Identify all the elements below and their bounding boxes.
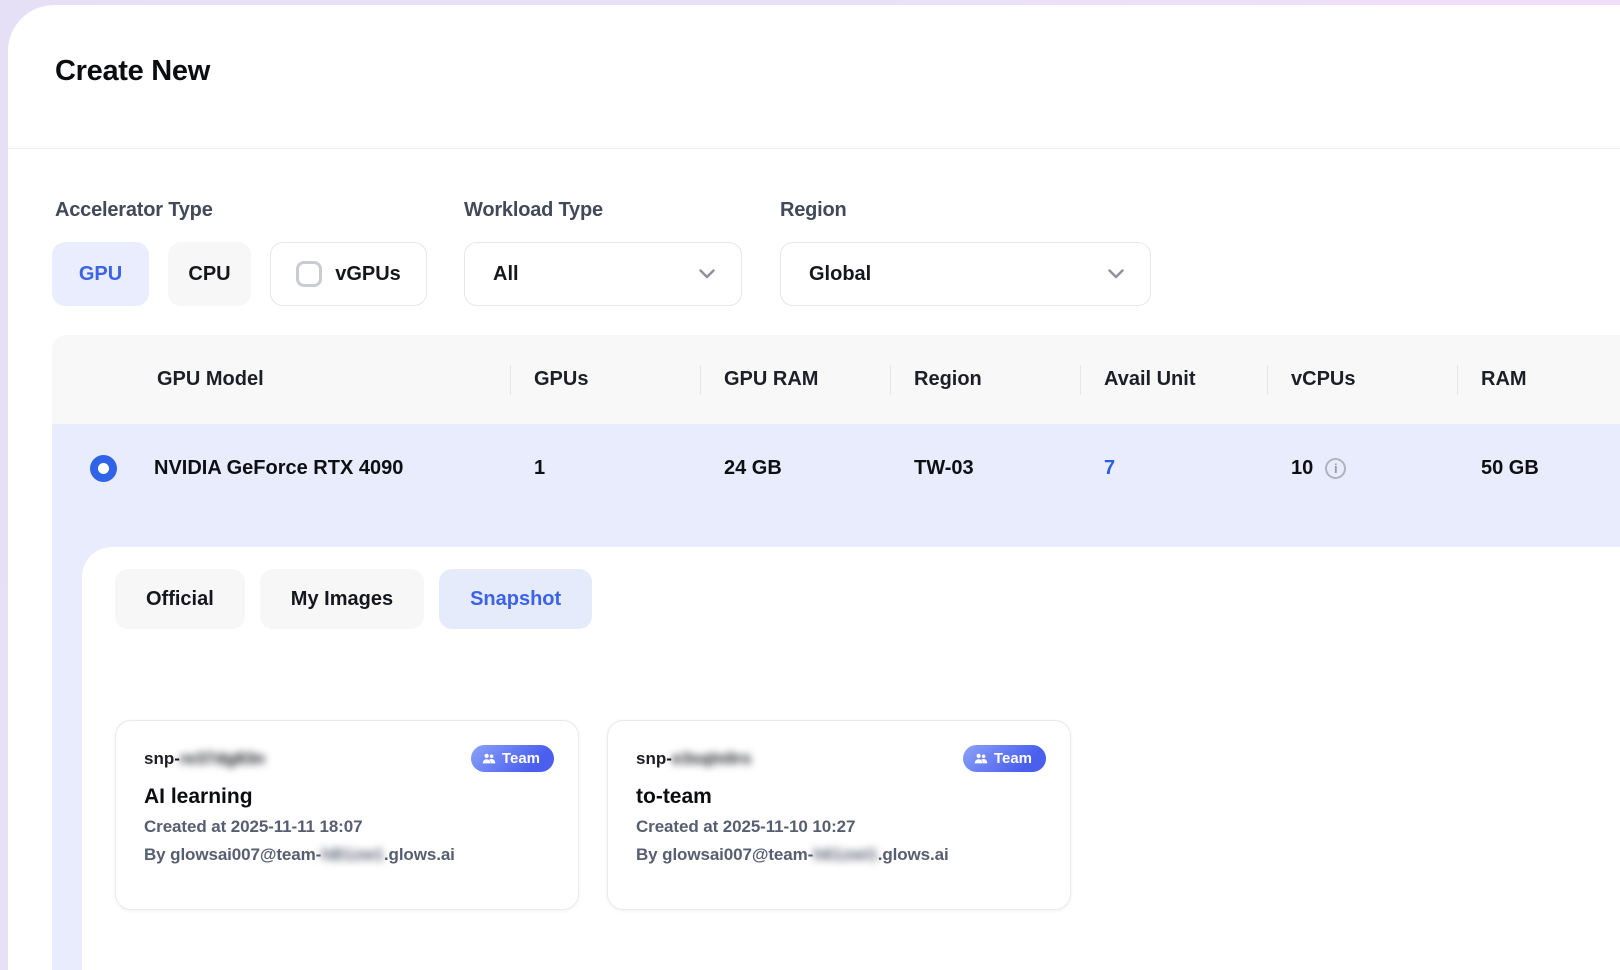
chevron-down-icon xyxy=(1108,269,1124,279)
accelerator-cpu-button[interactable]: CPU xyxy=(168,242,251,306)
page-title: Create New xyxy=(55,55,210,88)
snapshot-name: AI learning xyxy=(144,785,554,809)
vcpus-value: 10 xyxy=(1291,457,1313,480)
workload-type-select[interactable]: All xyxy=(464,242,742,306)
snapshot-created-at: Created at 2025-11-10 10:27 xyxy=(636,817,1046,837)
tab-official[interactable]: Official xyxy=(115,569,245,629)
cell-vcpus: 10 i xyxy=(1267,424,1457,512)
snapshot-created-at: Created at 2025-11-11 18:07 xyxy=(144,817,554,837)
cell-gpu-model: NVIDIA GeForce RTX 4090 xyxy=(130,424,510,512)
image-selection-panel: Official My Images Snapshot snp-re37dg83… xyxy=(82,547,1620,970)
snapshot-card-list: snp-re37dg83n Team AI learning Created a… xyxy=(115,720,1071,910)
workload-type-value: All xyxy=(493,263,519,286)
vgpus-label: vGPUs xyxy=(335,263,401,286)
snapshot-card[interactable]: snp-re37dg83n Team AI learning Created a… xyxy=(115,720,579,910)
snapshot-card[interactable]: snp-e3sqln0rs Team to-team Created at 20… xyxy=(607,720,1071,910)
header-radio-spacer xyxy=(52,335,130,424)
main-content-card: Create New Accelerator Type GPU CPU vGPU… xyxy=(8,5,1620,970)
snapshot-id: snp-e3sqln0rs xyxy=(636,749,751,769)
team-icon xyxy=(974,752,988,765)
column-gpu-model: GPU Model xyxy=(130,335,510,424)
column-ram: RAM xyxy=(1457,335,1620,424)
gpu-table-header: GPU Model GPUs GPU RAM Region Avail Unit… xyxy=(52,335,1620,424)
vgpus-checkbox[interactable] xyxy=(296,261,322,287)
snapshot-name: to-team xyxy=(636,785,1046,809)
image-tabs: Official My Images Snapshot xyxy=(115,569,592,629)
team-badge-label: Team xyxy=(502,750,540,767)
chevron-down-icon xyxy=(699,269,715,279)
row-radio-cell xyxy=(52,424,130,512)
accelerator-gpu-button[interactable]: GPU xyxy=(52,242,149,306)
team-badge-label: Team xyxy=(994,750,1032,767)
workload-type-label: Workload Type xyxy=(464,199,603,222)
info-icon[interactable]: i xyxy=(1325,458,1346,479)
region-value: Global xyxy=(809,263,871,286)
column-avail-unit: Avail Unit xyxy=(1080,335,1267,424)
accelerator-type-label: Accelerator Type xyxy=(55,199,213,222)
team-icon xyxy=(482,752,496,765)
redacted-text: e3sqln0rs xyxy=(672,749,751,769)
cell-region: TW-03 xyxy=(890,424,1080,512)
row-radio-selected[interactable] xyxy=(90,455,117,482)
header-divider xyxy=(8,148,1620,149)
cell-gpus: 1 xyxy=(510,424,700,512)
accelerator-vgpus-toggle[interactable]: vGPUs xyxy=(270,242,427,306)
snapshot-owner: By glowsai007@team-hB1zw1.glows.ai xyxy=(144,845,554,865)
selected-gpu-region: NVIDIA GeForce RTX 4090 1 24 GB TW-03 7 … xyxy=(52,424,1620,970)
snapshot-owner: By glowsai007@team-h61zwi1.glows.ai xyxy=(636,845,1046,865)
column-gpus: GPUs xyxy=(510,335,700,424)
tab-snapshot[interactable]: Snapshot xyxy=(439,569,592,629)
team-badge: Team xyxy=(963,745,1046,772)
column-region: Region xyxy=(890,335,1080,424)
region-label: Region xyxy=(780,199,847,222)
redacted-text: h61zwi1 xyxy=(813,845,878,864)
column-gpu-ram: GPU RAM xyxy=(700,335,890,424)
team-badge: Team xyxy=(471,745,554,772)
tab-my-images[interactable]: My Images xyxy=(260,569,424,629)
column-vcpus: vCPUs xyxy=(1267,335,1457,424)
snapshot-id: snp-re37dg83n xyxy=(144,749,265,769)
cell-ram: 50 GB xyxy=(1457,424,1620,512)
cell-avail-unit[interactable]: 7 xyxy=(1080,424,1267,512)
redacted-text: hB1zw1 xyxy=(321,845,384,864)
cell-gpu-ram: 24 GB xyxy=(700,424,890,512)
table-row[interactable]: NVIDIA GeForce RTX 4090 1 24 GB TW-03 7 … xyxy=(52,424,1620,512)
region-select[interactable]: Global xyxy=(780,242,1151,306)
redacted-text: re37dg83n xyxy=(180,749,265,769)
